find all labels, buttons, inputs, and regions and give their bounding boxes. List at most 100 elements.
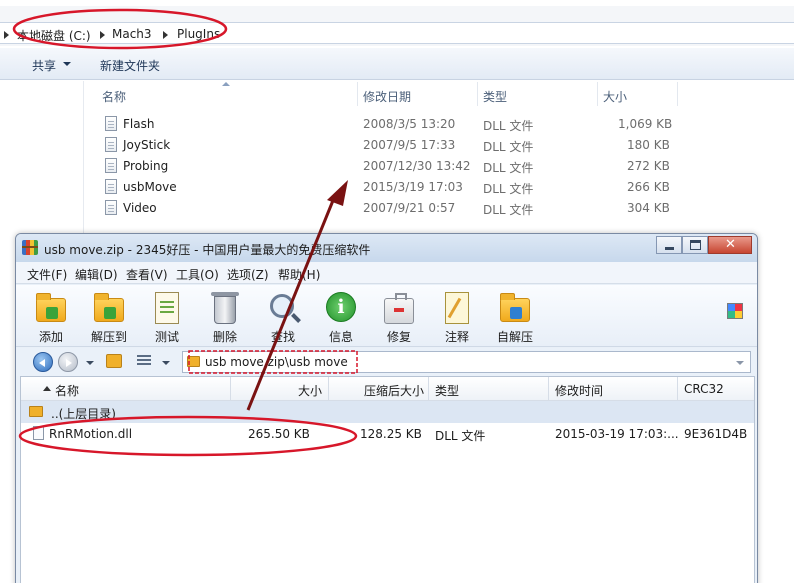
sort-ascending-icon <box>222 82 230 86</box>
extract-to-button[interactable]: 解压到 <box>82 290 136 344</box>
info-button[interactable]: 信息 <box>314 290 368 344</box>
new-folder-button[interactable]: 新建文件夹 <box>100 57 160 74</box>
column-label: 压缩后大小 <box>363 384 424 398</box>
tool-label: 修复 <box>386 330 411 344</box>
dll-file-icon <box>105 116 117 131</box>
extract-folder-icon <box>94 293 124 322</box>
parent-directory-row[interactable]: ..(上层目录) <box>21 401 754 423</box>
column-header-type[interactable]: 类型 <box>483 82 507 106</box>
dll-file-icon <box>105 158 117 173</box>
column-divider[interactable] <box>357 82 358 106</box>
file-size: 180 KB <box>627 138 670 152</box>
column-divider[interactable] <box>677 82 678 106</box>
test-button[interactable]: 测试 <box>140 290 194 344</box>
close-button[interactable]: ✕ <box>708 236 752 254</box>
tool-label: 信息 <box>328 330 353 344</box>
column-label: 大小 <box>297 384 322 398</box>
search-icon <box>270 294 294 318</box>
minimize-button[interactable] <box>656 236 682 254</box>
path-text: usb move.zip\usb move <box>205 355 348 369</box>
column-header-type[interactable]: 类型 <box>429 377 549 401</box>
menu-bar: 文件(F) 编辑(D) 查看(V) 工具(O) 选项(Z) 帮助(H) <box>16 262 757 284</box>
file-row[interactable]: JoyStick 2007/9/5 17:33 DLL 文件 180 KB <box>100 135 680 156</box>
breadcrumb-plugins[interactable]: PlugIns <box>177 27 220 41</box>
chevron-down-icon[interactable] <box>736 361 744 365</box>
navigation-pane[interactable] <box>0 81 84 241</box>
file-row[interactable]: Flash 2008/3/5 13:20 DLL 文件 1,069 KB <box>100 114 680 135</box>
column-header-crc32[interactable]: CRC32 <box>678 377 754 401</box>
column-header-packed-size[interactable]: 压缩后大小 <box>329 377 429 401</box>
dll-file-icon <box>105 137 117 152</box>
maximize-button[interactable] <box>682 236 708 254</box>
menu-view[interactable]: 查看(V) <box>126 266 168 283</box>
chevron-right-icon[interactable] <box>163 31 168 39</box>
file-size: 272 KB <box>627 159 670 173</box>
tool-label: 查找 <box>270 330 295 344</box>
window-title: usb move.zip - 2345好压 - 中国用户量最大的免费压缩软件 <box>44 243 371 257</box>
column-header-modified[interactable]: 修改时间 <box>549 377 678 401</box>
file-type: DLL 文件 <box>483 203 534 217</box>
back-arrow-icon[interactable] <box>33 352 53 372</box>
forward-arrow-icon[interactable] <box>58 352 78 372</box>
parent-directory-label: ..(上层目录) <box>51 407 116 421</box>
column-header-modified[interactable]: 修改日期 <box>363 82 411 106</box>
column-header-size[interactable]: 大小 <box>231 377 329 401</box>
folder-up-icon[interactable] <box>106 354 122 368</box>
menu-options[interactable]: 选项(Z) <box>227 266 269 283</box>
delete-button[interactable]: 删除 <box>198 290 252 344</box>
screenshot-root: 本地磁盘 (C:) Mach3 PlugIns 共享 新建文件夹 名称 修改日期… <box>0 0 794 583</box>
file-row[interactable]: Video 2007/9/21 0:57 DLL 文件 304 KB <box>100 198 680 219</box>
repair-button[interactable]: 修复 <box>372 290 426 344</box>
archive-file-list[interactable]: 名称 大小 压缩后大小 类型 修改时间 CRC32 ..(上层目录) RnRMo… <box>20 376 755 583</box>
file-name: JoyStick <box>123 138 171 152</box>
breadcrumb-mach3[interactable]: Mach3 <box>112 27 152 41</box>
address-bar[interactable]: 本地磁盘 (C:) Mach3 PlugIns <box>0 22 794 44</box>
dll-file-icon <box>105 179 117 194</box>
file-size: 1,069 KB <box>618 117 673 131</box>
file-packed-size: 128.25 KB <box>360 427 422 441</box>
table-row[interactable]: RnRMotion.dll 265.50 KB 128.25 KB DLL 文件… <box>21 423 754 445</box>
main-toolbar: 添加 解压到 测试 删除 查找 信息 <box>16 285 757 347</box>
file-modified: 2015-03-19 17:03:... <box>555 427 679 441</box>
menu-tools[interactable]: 工具(O) <box>176 266 219 283</box>
view-list-icon[interactable] <box>137 355 151 367</box>
chevron-right-icon[interactable] <box>100 31 105 39</box>
self-extract-button[interactable]: 自解压 <box>488 290 542 344</box>
column-header-size[interactable]: 大小 <box>603 82 627 106</box>
share-button[interactable]: 共享 <box>32 57 56 74</box>
file-row[interactable]: usbMove 2015/3/19 17:03 DLL 文件 266 KB <box>100 177 680 198</box>
note-icon <box>445 292 469 324</box>
chevron-down-icon[interactable] <box>86 361 94 365</box>
comment-button[interactable]: 注释 <box>430 290 484 344</box>
column-label: 名称 <box>55 384 80 398</box>
column-divider[interactable] <box>597 82 598 106</box>
file-type: DLL 文件 <box>483 182 534 196</box>
file-size: 265.50 KB <box>248 427 310 441</box>
skin-color-icon[interactable] <box>727 303 743 319</box>
chevron-right-icon[interactable] <box>4 31 9 39</box>
file-name: Probing <box>123 159 169 173</box>
dll-file-icon <box>105 200 117 215</box>
file-row[interactable]: Probing 2007/12/30 13:42 DLL 文件 272 KB <box>100 156 680 177</box>
repair-kit-icon <box>384 293 414 324</box>
zip-title-bar[interactable]: usb move.zip - 2345好压 - 中国用户量最大的免费压缩软件 ✕ <box>16 234 757 262</box>
column-header-name[interactable]: 名称 <box>102 82 126 106</box>
column-divider[interactable] <box>477 82 478 106</box>
file-name: Video <box>123 201 157 215</box>
chevron-down-icon[interactable] <box>63 62 71 66</box>
chevron-down-icon[interactable] <box>162 361 170 365</box>
zip-address-bar: usb move.zip\usb move <box>16 348 757 376</box>
menu-edit[interactable]: 编辑(D) <box>75 266 118 283</box>
folder-icon <box>29 406 43 417</box>
breadcrumb-drive[interactable]: 本地磁盘 (C:) <box>17 27 91 44</box>
file-name: usbMove <box>123 180 177 194</box>
menu-help[interactable]: 帮助(H) <box>278 266 320 283</box>
file-name: Flash <box>123 117 155 131</box>
close-icon: ✕ <box>725 237 736 252</box>
folder-icon <box>187 356 200 367</box>
column-header-name[interactable]: 名称 <box>21 377 231 401</box>
find-button[interactable]: 查找 <box>256 290 310 344</box>
add-button[interactable]: 添加 <box>24 290 78 344</box>
path-input[interactable]: usb move.zip\usb move <box>182 351 751 373</box>
menu-file[interactable]: 文件(F) <box>27 266 67 283</box>
